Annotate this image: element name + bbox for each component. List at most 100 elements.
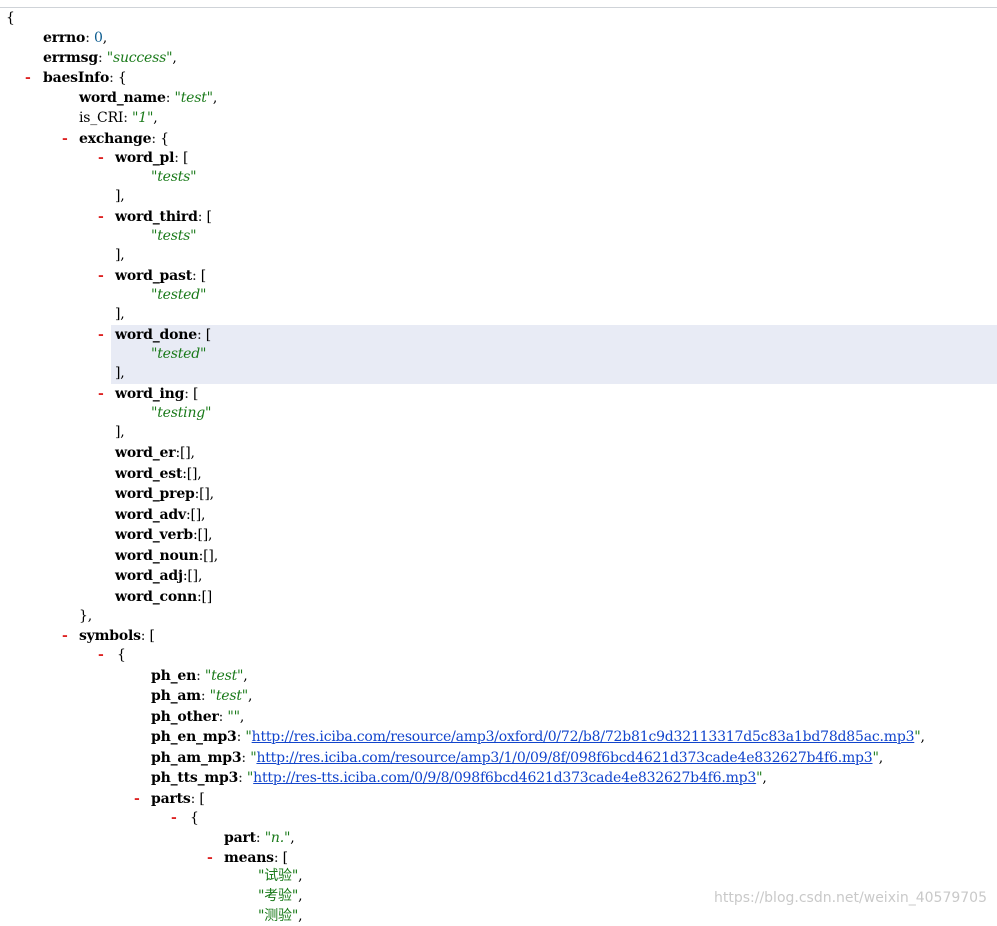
json-array-close: ], [115,306,125,322]
hover-highlight-word-done [111,325,997,384]
json-key: word_est [115,466,183,482]
json-key: word_pl [115,150,175,166]
json-key: ph_other [151,709,219,725]
json-array-item: "tests" [151,228,197,244]
json-key: word_name [79,90,166,106]
json-row-ph-am: ph_am: "test", [151,688,253,704]
json-row-word-noun: word_noun:[], [115,548,218,564]
json-row-word-prep: word_prep:[], [115,486,214,502]
json-row-parts: parts: [ [151,791,205,807]
json-row-ph-other: ph_other: "", [151,709,245,725]
json-row-word-est: word_est:[], [115,466,202,482]
json-key: exchange [79,131,152,147]
json-value: "test" [174,90,214,106]
json-key: symbols [79,628,141,644]
json-object-open: { [117,647,126,663]
json-row-ph-am-mp3: ph_am_mp3: "http://res.iciba.com/resourc… [151,750,884,766]
collapse-toggle-word-done[interactable]: - [98,325,104,345]
json-row-word-ing: word_ing: [ [115,386,199,402]
collapse-toggle-parts[interactable]: - [134,789,140,809]
collapse-toggle-word-ing[interactable]: - [98,384,104,404]
json-row-ph-tts-mp3: ph_tts_mp3: "http://res-tts.iciba.com/0/… [151,770,767,786]
json-array-item: "testing" [151,405,212,421]
json-key: means [224,850,274,866]
json-row-ph-en-mp3: ph_en_mp3: "http://res.iciba.com/resourc… [151,729,925,745]
collapse-toggle-parts-item[interactable]: - [171,808,177,828]
json-key: ph_tts_mp3 [151,770,239,786]
json-key: ph_am_mp3 [151,750,242,766]
json-key: word_adv [115,507,186,523]
json-row-exchange: exchange: { [79,131,169,147]
json-array-item: "tested" [151,346,207,362]
json-key: word_conn [115,589,197,605]
page-top-border [0,7,997,8]
json-row-part: part: "n.", [224,830,295,846]
json-row-is-cri: is_CRI: "1", [79,110,158,126]
json-key: word_noun [115,548,199,564]
json-object-close: }, [79,608,92,624]
json-value: "" [227,709,240,725]
collapse-toggle-word-past[interactable]: - [98,266,104,286]
json-row-word-adj: word_adj:[], [115,568,203,584]
json-array-item: "测验", [258,908,303,924]
json-value: "n." [264,830,291,846]
json-array-item: "tests" [151,169,197,185]
json-row-word-name: word_name: "test", [79,90,218,106]
json-value: "1" [132,110,154,126]
json-key: word_past [115,268,192,284]
json-key: is_CRI [79,110,124,126]
json-array-close: ], [115,365,125,381]
json-key: word_verb [115,527,193,543]
json-array-item: "试验", [258,868,303,884]
json-array-close: ], [115,247,125,263]
json-row-errmsg: errmsg: "success", [43,50,177,66]
json-row-means: means: [ [224,850,288,866]
collapse-toggle-symbols[interactable]: - [62,626,68,646]
collapse-toggle-word-third[interactable]: - [98,207,104,227]
watermark: https://blog.csdn.net/weixin_40579705 [713,890,987,906]
json-row-word-past: word_past: [ [115,268,207,284]
collapse-toggle-baesinfo[interactable]: - [25,68,31,88]
json-key: ph_en_mp3 [151,729,237,745]
json-value: 0 [93,30,103,46]
json-row-word-er: word_er:[], [115,445,195,461]
json-key: ph_en [151,668,197,684]
json-array-item: "tested" [151,287,207,303]
json-key: baesInfo [43,70,110,86]
json-key: errno [43,30,86,46]
json-value: "success" [106,50,173,66]
json-key: word_prep [115,486,195,502]
json-key: word_adj [115,568,183,584]
json-row-word-adv: word_adv:[], [115,507,206,523]
json-key: ph_am [151,688,201,704]
json-row-errno: errno: 0, [43,30,107,46]
json-array-close: ], [115,188,125,204]
json-key: part [224,830,256,846]
url-link-ph-en-mp3[interactable]: http://res.iciba.com/resource/amp3/oxfor… [252,729,915,745]
json-key: word_done [115,327,197,343]
json-row-word-done: word_done: [ [115,327,212,343]
json-row-word-pl: word_pl: [ [115,150,189,166]
json-row-word-third: word_third: [ [115,209,212,225]
json-value: "test" [209,688,249,704]
json-root-open: { [6,10,15,26]
json-array-item: "考验", [258,888,303,904]
json-key: word_third [115,209,198,225]
url-link-ph-tts-mp3[interactable]: http://res-tts.iciba.com/0/9/8/098f6bcd4… [253,770,756,786]
json-row-baesinfo: baesInfo: { [43,70,127,86]
json-key: word_ing [115,386,185,402]
url-link-ph-am-mp3[interactable]: http://res.iciba.com/resource/amp3/1/0/0… [256,750,872,766]
collapse-toggle-exchange[interactable]: - [62,129,68,149]
json-key: errmsg [43,50,98,66]
json-array-close: ], [115,424,125,440]
json-key: parts [151,791,191,807]
json-row-symbols: symbols: [ [79,628,155,644]
json-key: word_er [115,445,176,461]
collapse-toggle-word-pl[interactable]: - [98,148,104,168]
collapse-toggle-symbols-item[interactable]: - [98,645,104,665]
json-row-word-conn: word_conn:[] [115,589,213,605]
json-row-word-verb: word_verb:[], [115,527,213,543]
collapse-toggle-means[interactable]: - [207,848,213,868]
json-object-open: { [190,810,199,826]
json-row-ph-en: ph_en: "test", [151,668,248,684]
